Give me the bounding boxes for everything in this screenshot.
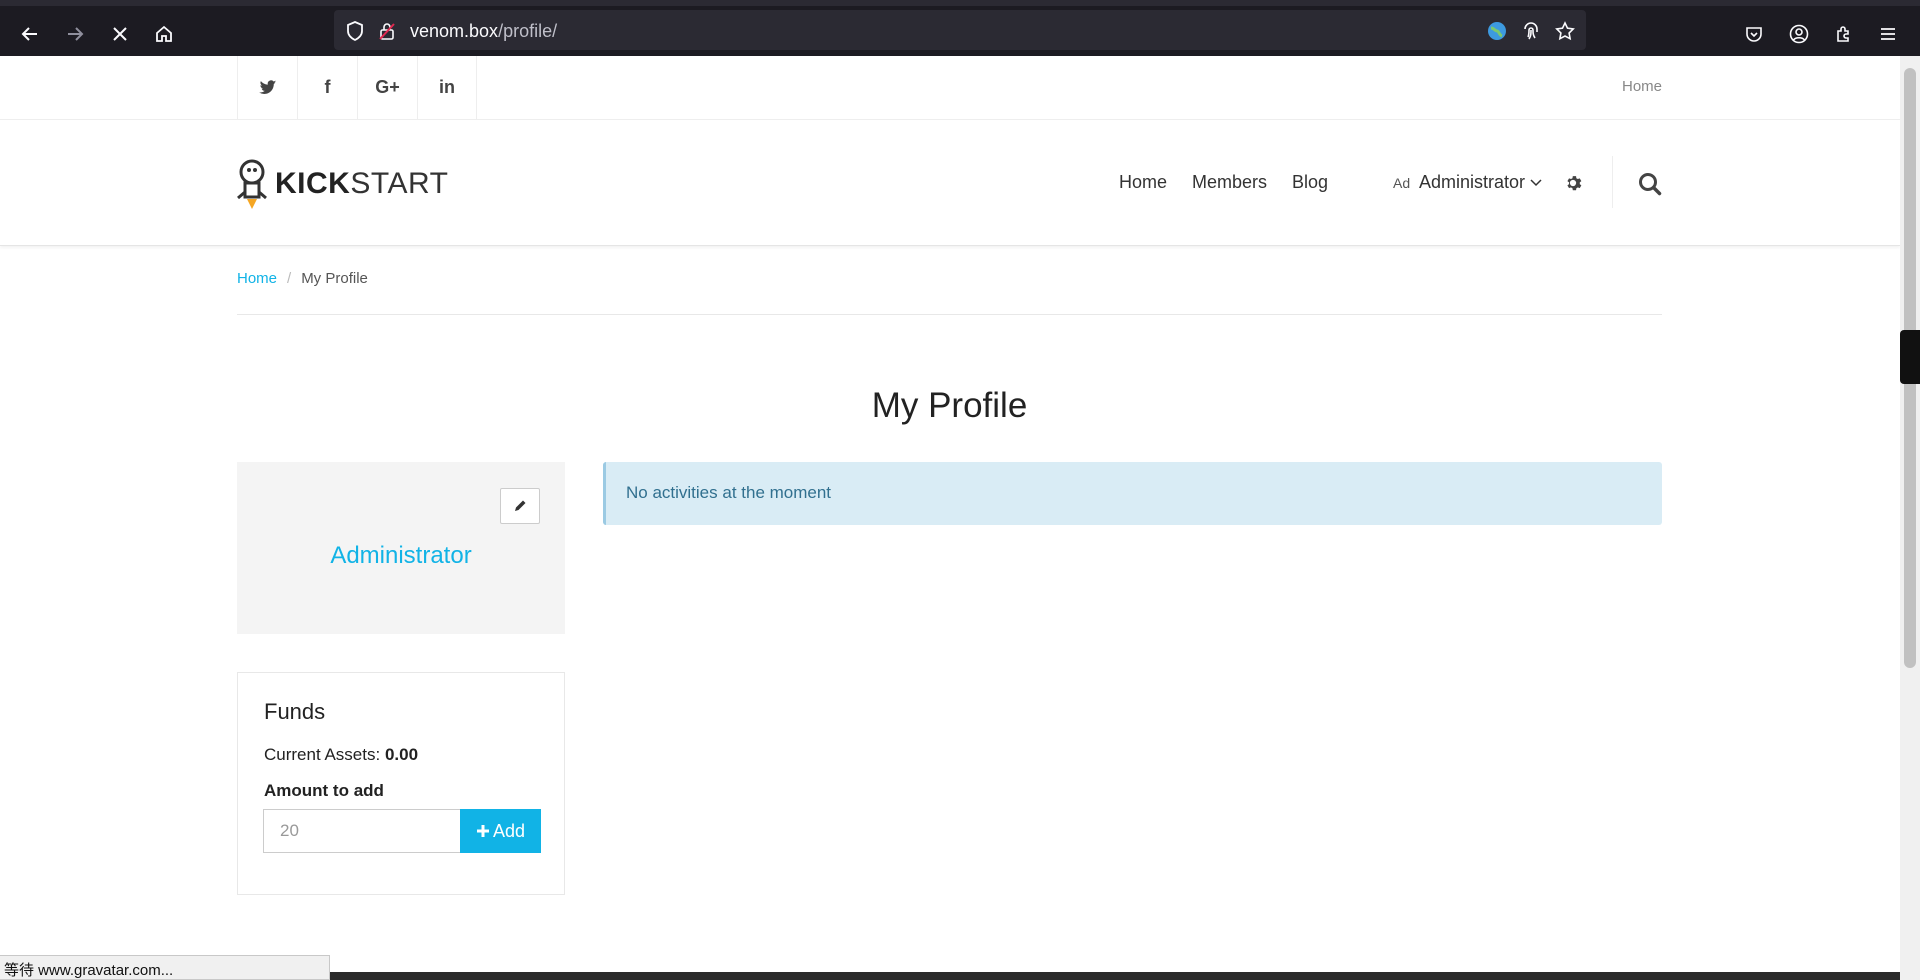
current-assets: Current Assets: 0.00 [264,745,418,765]
forward-button[interactable] [57,16,93,52]
activity-alert: No activities at the moment [603,462,1662,525]
google-plus-icon: G+ [375,77,400,97]
user-menu[interactable]: Ad Administrator [1393,172,1542,193]
browser-toolbar: venom.box/profile/ [0,0,1920,56]
page-title: My Profile [871,386,1028,425]
facebook-icon: f [324,77,331,97]
bookmark-star-icon[interactable] [1554,20,1576,42]
top-social-bar: f G+ in Home [0,56,1900,120]
logo-text: KICKSTART [275,167,448,201]
nav-home[interactable]: Home [1119,172,1167,193]
page-scrollbar[interactable] [1900,56,1920,980]
avatar: Ad [1393,174,1411,191]
page-viewport: f G+ in Home KICKSTART Home Members Blog… [0,56,1900,980]
add-funds-label: Add [492,820,526,841]
page-footer-edge [330,972,1900,980]
profile-name[interactable]: Administrator [237,542,565,570]
fingerprint-icon[interactable] [1520,20,1542,42]
home-button[interactable] [146,16,182,52]
profile-card: Administrator [237,462,565,634]
breadcrumb-separator: / [287,270,292,287]
user-menu-label: Administrator [1419,172,1526,192]
gear-icon [1567,176,1582,191]
menu-icon[interactable] [1872,18,1904,50]
address-bar[interactable]: venom.box/profile/ [334,10,1586,50]
site-logo[interactable]: KICKSTART [237,158,448,210]
top-home-link[interactable]: Home [1622,78,1662,95]
url-text: venom.box/profile/ [410,21,557,42]
breadcrumb-home[interactable]: Home [237,270,277,287]
back-button[interactable] [12,16,48,52]
breadcrumb-divider [237,314,1662,315]
chevron-down-icon [1530,178,1542,186]
insecure-lock-icon[interactable] [376,20,398,42]
activity-message: No activities at the moment [626,483,832,502]
main-nav: Home Members Blog [1119,172,1353,193]
add-funds-button[interactable]: Add [460,809,541,853]
url-path: /profile/ [498,21,558,41]
forward-arrow-icon [68,27,84,41]
close-icon [113,27,127,41]
funds-panel: Funds Current Assets: 0.00 Amount to add… [237,672,565,895]
breadcrumb-current: My Profile [301,270,368,287]
amount-input[interactable] [263,809,460,853]
url-domain: venom.box [410,21,499,41]
social-links: f G+ in [237,56,477,119]
extensions-icon[interactable] [1828,18,1860,50]
globe-icon[interactable] [1486,20,1508,42]
account-icon[interactable] [1783,18,1815,50]
plus-icon [476,825,489,837]
search-button[interactable] [1638,172,1662,201]
stop-button[interactable] [102,16,138,52]
assets-value: 0.00 [384,745,419,764]
twitter-icon [258,79,276,94]
rocket-bulb-icon [237,159,267,209]
logo-bold: KICK [275,167,351,200]
nav-members[interactable]: Members [1192,172,1267,193]
header-divider [1612,156,1613,208]
pocket-icon[interactable] [1738,18,1770,50]
logo-light: START [350,167,449,200]
back-arrow-icon [21,27,37,41]
status-bar: 等待 www.gravatar.com... [0,955,330,980]
twitter-link[interactable] [237,56,297,119]
amount-label: Amount to add [264,781,384,800]
pencil-icon [515,500,526,511]
site-header: KICKSTART Home Members Blog Ad Administr… [0,120,1900,246]
search-icon [1639,173,1662,196]
breadcrumb: Home / My Profile [237,270,368,287]
funds-title: Funds [264,699,326,724]
assets-label: Current Assets: [264,745,381,764]
google-plus-link[interactable]: G+ [357,56,417,119]
side-widget-handle[interactable] [1900,330,1920,384]
facebook-link[interactable]: f [297,56,357,119]
home-icon [156,25,172,42]
linkedin-icon: in [439,77,455,97]
settings-gear-button[interactable] [1564,174,1582,197]
edit-profile-button[interactable] [500,488,540,524]
shield-icon[interactable] [344,20,366,42]
nav-blog[interactable]: Blog [1292,172,1328,193]
linkedin-link[interactable]: in [417,56,477,119]
